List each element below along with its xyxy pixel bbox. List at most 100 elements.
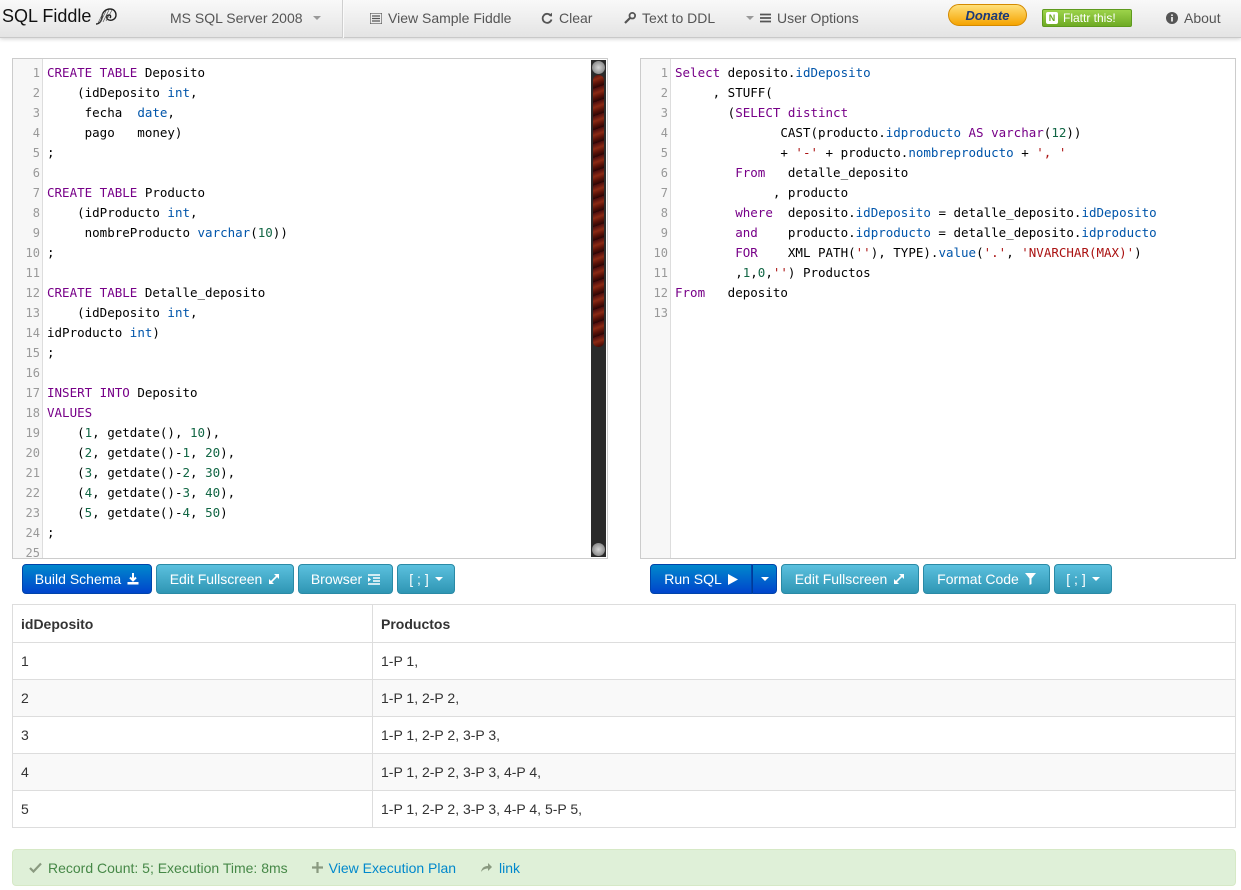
editor-scrollbar[interactable] bbox=[591, 60, 606, 557]
code-line[interactable]: 4 CAST(producto.idproducto AS varchar(12… bbox=[641, 123, 1235, 143]
schema-editor[interactable]: 1 CREATE TABLE Deposito 2 (idDeposito int,… bbox=[12, 58, 608, 559]
code-line[interactable]: 13 bbox=[641, 303, 1235, 323]
code-line[interactable]: 10; bbox=[13, 243, 607, 263]
code-line[interactable]: 11 bbox=[13, 263, 607, 283]
code-line[interactable]: 8 (idProducto int, bbox=[13, 203, 607, 223]
code-text[interactable]: CAST(producto.idproducto AS varchar(12)) bbox=[675, 123, 1081, 143]
code-text[interactable]: From deposito bbox=[675, 283, 788, 303]
code-line[interactable]: 4 pago money) bbox=[13, 123, 607, 143]
code-text[interactable]: CREATE TABLE Producto bbox=[47, 183, 205, 203]
code-text[interactable]: ; bbox=[47, 523, 55, 543]
format-code-button[interactable]: Format Code bbox=[923, 564, 1050, 594]
query-editor[interactable]: 1 Select deposito.idDeposito 2 , STUFF(3 (… bbox=[640, 58, 1236, 559]
code-text[interactable]: From detalle_deposito bbox=[675, 163, 908, 183]
code-text[interactable]: idProducto int) bbox=[47, 323, 160, 343]
scroll-down-arrow-icon[interactable] bbox=[592, 543, 605, 556]
run-sql-button[interactable]: Run SQL bbox=[650, 564, 752, 594]
code-text[interactable]: , STUFF( bbox=[675, 83, 773, 103]
scrollbar-thumb[interactable] bbox=[593, 75, 604, 347]
code-line[interactable]: 17 INSERT INTO Deposito bbox=[13, 383, 607, 403]
brand[interactable]: SQL Fiddle bbox=[2, 6, 118, 27]
code-line[interactable]: 24; bbox=[13, 523, 607, 543]
code-line[interactable]: 7 , producto bbox=[641, 183, 1235, 203]
view-sample-fiddle-link[interactable]: View Sample Fiddle bbox=[370, 10, 511, 26]
code-text[interactable]: ; bbox=[47, 143, 55, 163]
code-text[interactable]: ; bbox=[47, 243, 55, 263]
code-text[interactable]: (4, getdate()-3, 40), bbox=[47, 483, 235, 503]
code-text[interactable]: nombreProducto varchar(10)) bbox=[47, 223, 288, 243]
code-line[interactable]: 13 (idDeposito int, bbox=[13, 303, 607, 323]
code-text[interactable]: VALUES bbox=[47, 403, 92, 423]
code-text[interactable]: + '-' + producto.nombreproducto + ', ' bbox=[675, 143, 1066, 163]
code-text[interactable]: Select deposito.idDeposito bbox=[675, 63, 871, 83]
schema-edit-fullscreen-button[interactable]: Edit Fullscreen bbox=[156, 564, 294, 594]
code-text[interactable]: (idProducto int, bbox=[47, 203, 197, 223]
query-code[interactable]: 1 Select deposito.idDeposito 2 , STUFF(3 (… bbox=[641, 63, 1235, 323]
code-line[interactable]: 5 + '-' + producto.nombreproducto + ', ' bbox=[641, 143, 1235, 163]
code-line[interactable]: 6 From detalle_deposito bbox=[641, 163, 1235, 183]
view-execution-plan-link[interactable]: View Execution Plan bbox=[311, 860, 456, 876]
donate-button[interactable]: Donate bbox=[948, 4, 1027, 26]
code-line[interactable]: 3 fecha date, bbox=[13, 103, 607, 123]
code-text[interactable]: ,1,0,'') Productos bbox=[675, 263, 871, 283]
code-text[interactable]: INSERT INTO Deposito bbox=[47, 383, 198, 403]
code-line[interactable]: 25 bbox=[13, 543, 607, 558]
browser-button[interactable]: Browser bbox=[298, 564, 393, 594]
about-link[interactable]: About bbox=[1166, 10, 1221, 26]
code-text[interactable]: CREATE TABLE Detalle_deposito bbox=[47, 283, 265, 303]
code-line[interactable]: 23 (5, getdate()-4, 50) bbox=[13, 503, 607, 523]
code-line[interactable]: 2 , STUFF( bbox=[641, 83, 1235, 103]
code-line[interactable]: 18 VALUES bbox=[13, 403, 607, 423]
code-text[interactable]: (idDeposito int, bbox=[47, 83, 197, 103]
code-text[interactable]: fecha date, bbox=[47, 103, 175, 123]
query-edit-fullscreen-button[interactable]: Edit Fullscreen bbox=[781, 564, 919, 594]
code-line[interactable]: 21 (3, getdate()-2, 30), bbox=[13, 463, 607, 483]
code-line[interactable]: 14 idProducto int) bbox=[13, 323, 607, 343]
run-sql-options-dropdown[interactable] bbox=[752, 564, 777, 594]
code-text[interactable]: (2, getdate()-1, 20), bbox=[47, 443, 235, 463]
code-text[interactable]: and producto.idproducto = detalle_deposi… bbox=[675, 223, 1156, 243]
code-text[interactable]: (SELECT distinct bbox=[675, 103, 848, 123]
query-delimiter-dropdown[interactable]: [ ; ] bbox=[1054, 564, 1112, 594]
code-line[interactable]: 11 ,1,0,'') Productos bbox=[641, 263, 1235, 283]
code-line[interactable]: 15; bbox=[13, 343, 607, 363]
code-line[interactable]: 7 CREATE TABLE Producto bbox=[13, 183, 607, 203]
code-line[interactable]: 19 (1, getdate(), 10), bbox=[13, 423, 607, 443]
permalink-label[interactable]: link bbox=[499, 860, 520, 876]
code-line[interactable]: 1 Select deposito.idDeposito bbox=[641, 63, 1235, 83]
schema-code[interactable]: 1 CREATE TABLE Deposito 2 (idDeposito int,… bbox=[13, 63, 607, 558]
code-text[interactable]: (5, getdate()-4, 50) bbox=[47, 503, 228, 523]
code-line[interactable]: 8 where deposito.idDeposito = detalle_de… bbox=[641, 203, 1235, 223]
code-line[interactable]: 12 From deposito bbox=[641, 283, 1235, 303]
code-text[interactable]: CREATE TABLE Deposito bbox=[47, 63, 205, 83]
code-text[interactable]: ; bbox=[47, 343, 55, 363]
code-line[interactable]: 20 (2, getdate()-1, 20), bbox=[13, 443, 607, 463]
scroll-up-arrow-icon[interactable] bbox=[592, 61, 605, 74]
code-line[interactable]: 6 bbox=[13, 163, 607, 183]
schema-delimiter-dropdown[interactable]: [ ; ] bbox=[397, 564, 455, 594]
code-line[interactable]: 10 FOR XML PATH(''), TYPE).value('.', 'N… bbox=[641, 243, 1235, 263]
code-line[interactable]: 12 CREATE TABLE Detalle_deposito bbox=[13, 283, 607, 303]
code-text[interactable]: pago money) bbox=[47, 123, 183, 143]
code-line[interactable]: 16 bbox=[13, 363, 607, 383]
code-text[interactable]: FOR XML PATH(''), TYPE).value('.', 'NVAR… bbox=[675, 243, 1141, 263]
code-line[interactable]: 5; bbox=[13, 143, 607, 163]
user-options-menu[interactable]: User Options bbox=[746, 10, 859, 26]
code-text[interactable]: (1, getdate(), 10), bbox=[47, 423, 220, 443]
flattr-button[interactable]: N Flattr this! bbox=[1042, 9, 1132, 27]
database-selector[interactable]: MS SQL Server 2008 bbox=[170, 10, 321, 26]
code-text[interactable]: , producto bbox=[675, 183, 848, 203]
clear-link[interactable]: Clear bbox=[541, 10, 592, 26]
code-line[interactable]: 9 and producto.idproducto = detalle_depo… bbox=[641, 223, 1235, 243]
code-line[interactable]: 22 (4, getdate()-3, 40), bbox=[13, 483, 607, 503]
code-line[interactable]: 9 nombreProducto varchar(10)) bbox=[13, 223, 607, 243]
view-execution-plan-label[interactable]: View Execution Plan bbox=[329, 860, 456, 876]
code-line[interactable]: 1 CREATE TABLE Deposito bbox=[13, 63, 607, 83]
text-to-ddl-link[interactable]: Text to DDL bbox=[624, 10, 715, 26]
code-text[interactable]: where deposito.idDeposito = detalle_depo… bbox=[675, 203, 1156, 223]
code-text[interactable]: (3, getdate()-2, 30), bbox=[47, 463, 235, 483]
code-line[interactable]: 3 (SELECT distinct bbox=[641, 103, 1235, 123]
permalink[interactable]: link bbox=[480, 860, 520, 876]
build-schema-button[interactable]: Build Schema bbox=[22, 564, 152, 594]
code-text[interactable]: (idDeposito int, bbox=[47, 303, 197, 323]
